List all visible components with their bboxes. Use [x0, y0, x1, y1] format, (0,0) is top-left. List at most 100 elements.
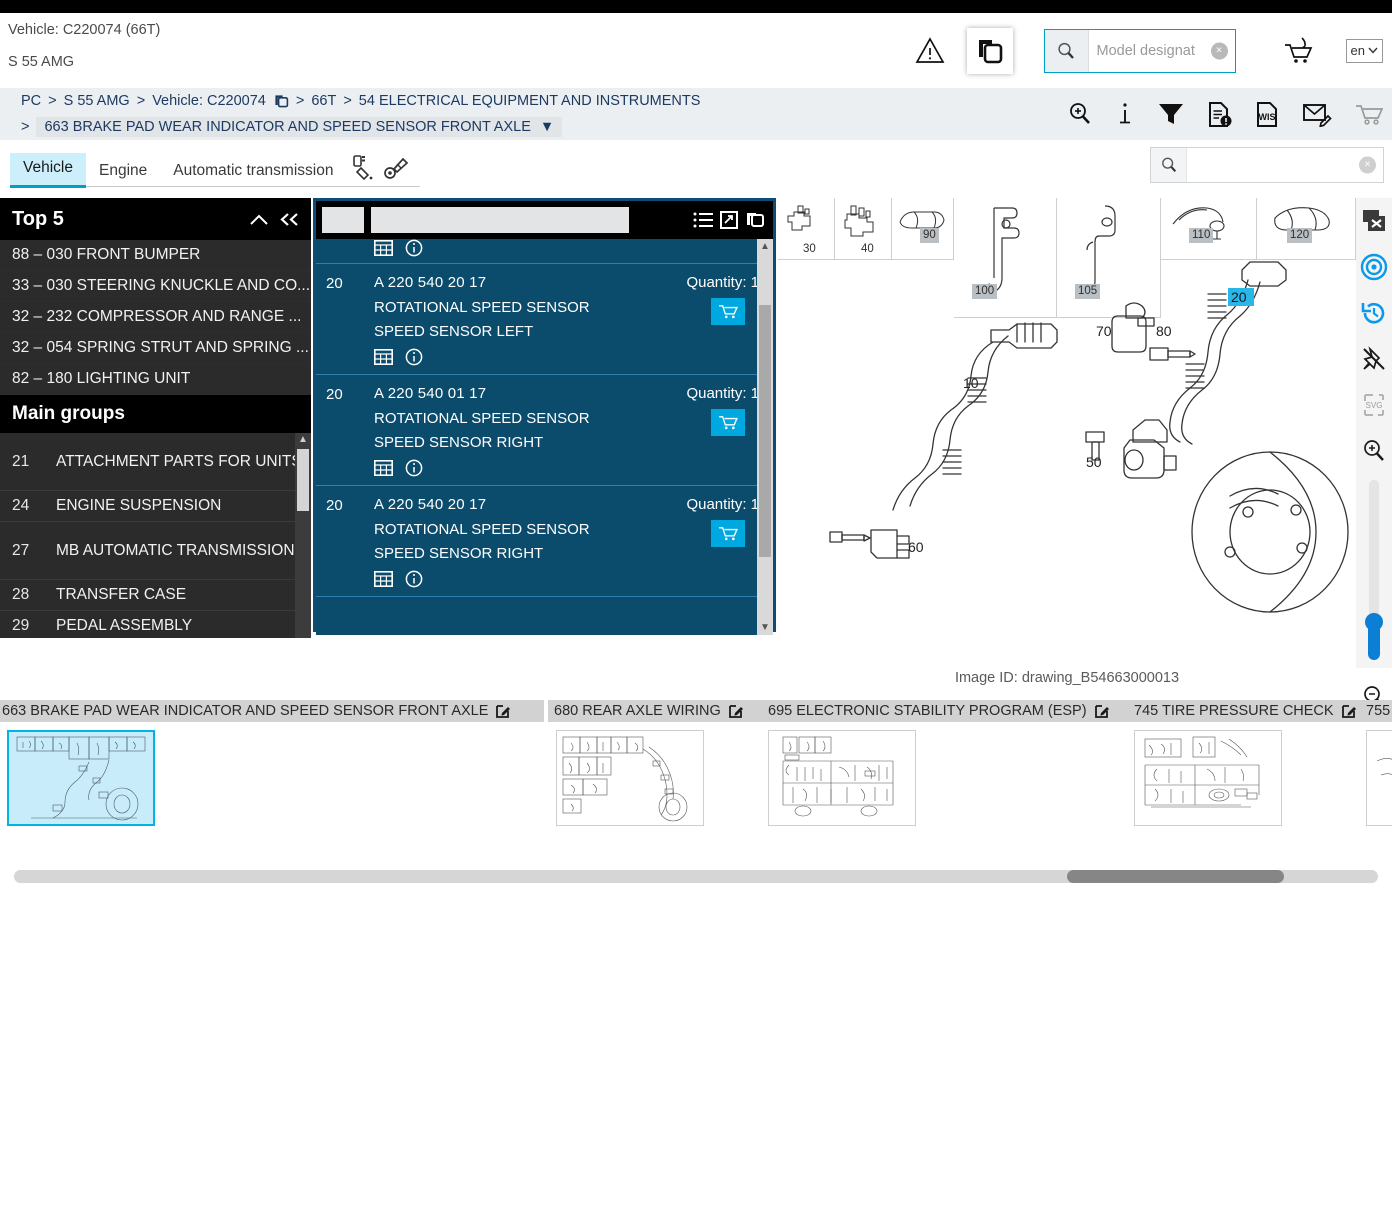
drawing-tab-thumbnail[interactable]	[1134, 730, 1282, 826]
info-circle-icon[interactable]	[405, 239, 423, 257]
clear-parts-search-button[interactable]: ×	[1359, 156, 1376, 174]
drawing-tab-thumbnail[interactable]	[7, 730, 155, 826]
info-circle-icon[interactable]	[405, 570, 423, 588]
parts-filter-input[interactable]	[371, 207, 629, 233]
edit-icon[interactable]	[495, 704, 511, 719]
part-thumb-110[interactable]: 110	[1161, 198, 1257, 260]
exploded-parts-drawing[interactable]: 10 60 50 70 80 20	[778, 260, 1356, 638]
copy-documents-icon[interactable]	[966, 27, 1013, 74]
main-group-item-24[interactable]: 24 ENGINE SUSPENSION	[0, 491, 311, 522]
drawing-tab-thumbnail[interactable]	[768, 730, 916, 826]
edit-icon[interactable]	[1094, 704, 1109, 719]
table-grid-icon[interactable]	[374, 571, 393, 587]
add-to-cart-button[interactable]	[711, 298, 745, 325]
top5-item-4[interactable]: 82 – 180 LIGHTING UNIT	[0, 364, 311, 395]
table-grid-icon[interactable]	[374, 349, 393, 365]
drawing-tab-header[interactable]: 695 ELECTRONIC STABILITY PROGRAM (ESP)	[762, 700, 1128, 722]
drawing-tab-680[interactable]: 680 REAR AXLE WIRING	[548, 700, 762, 826]
expand-icon[interactable]	[720, 211, 738, 229]
table-row[interactable]: 20 A 220 540 01 17 ROTATIONAL SPEED SENS…	[316, 375, 773, 486]
breadcrumb-item-group[interactable]: 54 ELECTRICAL EQUIPMENT AND INSTRUMENTS	[359, 93, 701, 109]
horizontal-scrollbar[interactable]	[14, 870, 1378, 883]
breadcrumb-item-pc[interactable]: PC	[21, 93, 41, 109]
table-row[interactable]: 20 A 220 540 20 17 ROTATIONAL SPEED SENS…	[316, 486, 773, 597]
parts-list-scrollbar[interactable]: ▲ ▼	[757, 239, 773, 635]
mail-edit-icon[interactable]	[1302, 102, 1332, 127]
drawing-tab-header[interactable]: 755	[1360, 700, 1392, 722]
drawing-viewer[interactable]: 30 40 90 100 105 110 120 10 60 50 70 80 …	[778, 198, 1356, 638]
list-view-icon[interactable]	[693, 212, 713, 228]
copy-icon[interactable]	[273, 93, 289, 109]
main-groups-scrollbar[interactable]: ▲ ▼	[295, 433, 311, 638]
scrollbar-thumb[interactable]	[759, 305, 771, 557]
drawing-tab-745[interactable]: 745 TIRE PRESSURE CHECK	[1128, 700, 1360, 826]
main-group-item-21[interactable]: 21 ATTACHMENT PARTS FOR UNITS	[0, 433, 311, 491]
top5-item-0[interactable]: 88 – 030 FRONT BUMPER	[0, 240, 311, 271]
history-reset-icon[interactable]	[1356, 290, 1392, 336]
drawing-tab-thumbnail[interactable]	[1366, 730, 1392, 826]
chevron-up-icon[interactable]	[249, 213, 269, 226]
breadcrumb-item-model[interactable]: S 55 AMG	[64, 93, 130, 109]
filter-funnel-icon[interactable]	[1157, 101, 1185, 127]
double-chevron-left-icon[interactable]	[279, 212, 301, 227]
zoom-slider[interactable]	[1356, 474, 1392, 674]
add-to-cart-button[interactable]	[711, 520, 745, 547]
drawing-tab-thumbnail[interactable]	[556, 730, 704, 826]
parts-filter-box-small[interactable]	[322, 207, 364, 233]
scrollbar-thumb[interactable]	[1067, 870, 1284, 883]
breadcrumb-item-vehicle[interactable]: Vehicle: C220074	[152, 93, 266, 109]
table-row[interactable]	[316, 239, 773, 264]
wis-document-icon[interactable]: WIS	[1255, 101, 1280, 128]
info-circle-icon[interactable]	[405, 459, 423, 477]
top5-item-2[interactable]: 32 – 232 COMPRESSOR AND RANGE ...	[0, 302, 311, 333]
scroll-up-arrow-icon[interactable]: ▲	[757, 239, 773, 254]
fastener-bolt-icon[interactable]	[380, 148, 414, 188]
main-group-item-29[interactable]: 29 PEDAL ASSEMBLY	[0, 611, 311, 638]
drawing-tab-695[interactable]: 695 ELECTRONIC STABILITY PROGRAM (ESP)	[762, 700, 1128, 826]
parts-search-input[interactable]: ×	[1187, 148, 1383, 182]
drawing-tab-header[interactable]: 663 BRAKE PAD WEAR INDICATOR AND SPEED S…	[0, 700, 544, 722]
warning-triangle-icon[interactable]	[907, 28, 953, 74]
scroll-down-arrow-icon[interactable]: ▼	[757, 620, 773, 635]
drawing-tab-663[interactable]: 663 BRAKE PAD WEAR INDICATOR AND SPEED S…	[0, 700, 544, 826]
paint-spray-icon[interactable]	[346, 148, 380, 188]
parts-list-body[interactable]: 20 A 220 540 20 17 ROTATIONAL SPEED SENS…	[316, 239, 773, 635]
info-circle-icon[interactable]	[405, 348, 423, 366]
add-to-cart-button[interactable]	[711, 409, 745, 436]
target-focus-icon[interactable]	[1356, 244, 1392, 290]
edit-icon[interactable]	[728, 704, 743, 719]
main-group-item-27[interactable]: 27 MB AUTOMATIC TRANSMISSION	[0, 522, 311, 580]
tab-engine[interactable]: Engine	[86, 156, 160, 188]
tab-vehicle[interactable]: Vehicle	[10, 153, 86, 188]
document-alert-icon[interactable]	[1207, 101, 1233, 128]
zoom-in-icon[interactable]	[1356, 428, 1392, 474]
model-designation-search[interactable]: Model designat ×	[1043, 28, 1236, 73]
unpin-icon[interactable]	[1356, 336, 1392, 382]
clear-search-button[interactable]: ×	[1210, 42, 1228, 59]
drawing-tab-header[interactable]: 680 REAR AXLE WIRING	[548, 700, 762, 722]
tab-automatic-transmission[interactable]: Automatic transmission	[160, 156, 346, 188]
zoom-slider-handle[interactable]	[1365, 613, 1383, 660]
table-row[interactable]: 20 A 220 540 20 17 ROTATIONAL SPEED SENS…	[316, 264, 773, 375]
part-thumb-30[interactable]: 30	[778, 198, 835, 260]
copy-icon[interactable]	[745, 211, 765, 229]
top5-item-3[interactable]: 32 – 054 SPRING STRUT AND SPRING ...	[0, 333, 311, 364]
top5-item-1[interactable]: 33 – 030 STEERING KNUCKLE AND CO...	[0, 271, 311, 302]
chevron-down-icon[interactable]: ▼	[540, 119, 554, 135]
breadcrumb-item-current[interactable]: 663 BRAKE PAD WEAR INDICATOR AND SPEED S…	[36, 117, 563, 137]
drawing-tab-header[interactable]: 745 TIRE PRESSURE CHECK	[1128, 700, 1360, 722]
breadcrumb-item-code[interactable]: 66T	[311, 93, 336, 109]
close-window-icon[interactable]	[1356, 198, 1392, 244]
scrollbar-thumb[interactable]	[297, 449, 309, 511]
info-icon[interactable]	[1115, 101, 1135, 127]
scroll-up-arrow-icon[interactable]: ▲	[295, 433, 311, 447]
parts-search-box[interactable]: ×	[1150, 147, 1384, 183]
part-thumb-120[interactable]: 120	[1257, 198, 1356, 260]
language-selector[interactable]: en	[1345, 38, 1383, 63]
search-field[interactable]: Model designat ×	[1089, 30, 1235, 72]
zoom-in-magnifier-icon[interactable]	[1067, 101, 1093, 127]
add-to-cart-icon[interactable]	[1274, 28, 1324, 74]
part-thumb-90[interactable]: 90	[892, 198, 954, 260]
edit-icon[interactable]	[1341, 704, 1356, 719]
part-thumb-40[interactable]: 40	[835, 198, 892, 260]
